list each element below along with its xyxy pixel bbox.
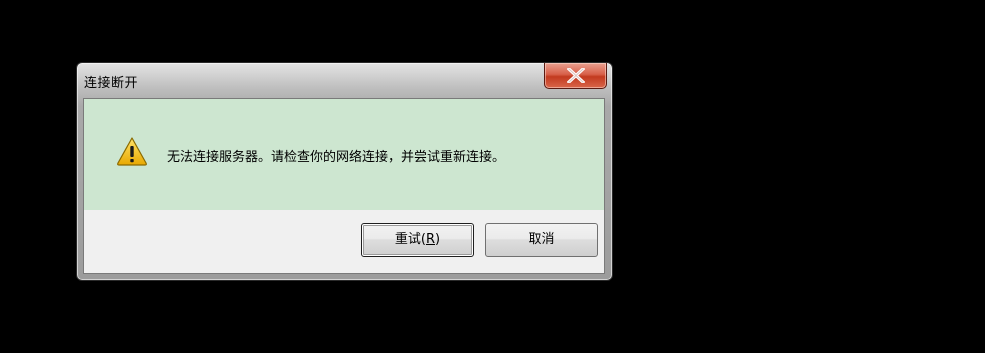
retry-label-prefix: 重试( <box>394 232 426 247</box>
close-icon <box>567 68 585 83</box>
retry-button[interactable]: 重试(R) <box>361 223 474 257</box>
title-bar[interactable]: 连接断开 <box>77 63 612 98</box>
message-text: 无法连接服务器。请检查你的网络连接，并尝试重新连接。 <box>167 150 506 165</box>
close-button[interactable] <box>544 63 607 89</box>
dialog-title: 连接断开 <box>84 76 139 91</box>
warning-icon <box>117 137 147 166</box>
disconnect-dialog: 连接断开 无法连接服务器。请检查你的网络连接，并尝试重新连接。 重试(R) 取消 <box>76 62 613 281</box>
dialog-body: 无法连接服务器。请检查你的网络连接，并尝试重新连接。 重试(R) 取消 <box>83 98 605 274</box>
message-area: 无法连接服务器。请检查你的网络连接，并尝试重新连接。 <box>84 99 604 210</box>
retry-label-suffix: ) <box>435 232 441 247</box>
cancel-button[interactable]: 取消 <box>485 223 598 257</box>
retry-mnemonic: R <box>425 232 436 247</box>
